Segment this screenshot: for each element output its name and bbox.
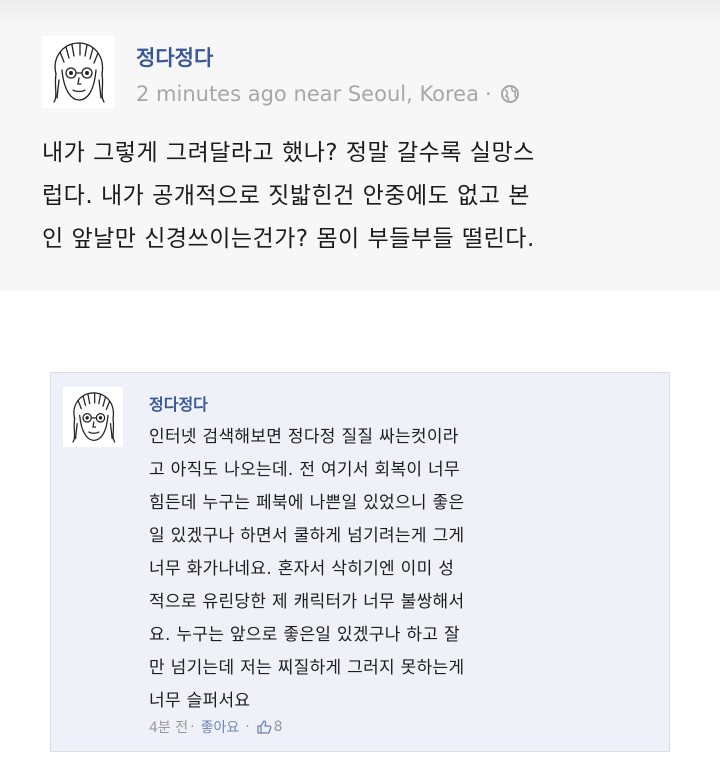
post-author-name[interactable]: 정다정다 [136, 42, 213, 72]
post-timestamp[interactable]: 2 minutes ago near Seoul, Korea [136, 82, 479, 106]
post-message: 내가 그렇게 그려달라고 했나? 정말 갈수록 실망스 럽다. 내가 공개적으로… [42, 132, 682, 261]
meta-separator: · [245, 719, 250, 735]
sketch-face-icon [72, 392, 116, 443]
post-card: 정다정다 2 minutes ago near Seoul, Korea · 내… [0, 0, 720, 290]
comment-line: 요. 누구는 앞으로 좋은일 있겠구나 하고 잘 [149, 625, 460, 645]
like-count[interactable]: 8 [274, 719, 283, 735]
post-line: 럽다. 내가 공개적으로 짓밟힌건 안중에도 없고 본 [42, 183, 530, 209]
like-link[interactable]: 좋아요 [201, 717, 240, 737]
comment-line: 적으로 유린당한 제 캐릭터가 너무 불쌍해서 [149, 592, 465, 612]
comment-timestamp[interactable]: 4분 전 [149, 717, 188, 737]
post-author-avatar[interactable] [42, 36, 114, 108]
comment: 정다정다 인터넷 검색해보면 정다정 질질 싸는컷이라 고 아직도 나오는데. … [50, 372, 670, 752]
comment-author-name[interactable]: 정다정다 [149, 391, 208, 415]
comment-line: 만 넘기는데 저는 찌질하게 그러지 못하는게 [149, 658, 465, 678]
globe-icon[interactable] [500, 84, 520, 104]
comment-meta: 4분 전 · 좋아요 · 8 [149, 717, 283, 737]
post-meta: 2 minutes ago near Seoul, Korea · [136, 82, 520, 106]
comment-line: 일 있겠구나 하면서 쿨하게 넘기려는게 그게 [149, 526, 465, 546]
comment-author-avatar[interactable] [63, 387, 123, 447]
comment-line: 인터넷 검색해보면 정다정 질질 싸는컷이라 [149, 427, 459, 447]
comment-line: 너무 슬퍼서요 [149, 691, 251, 711]
comment-message: 인터넷 검색해보면 정다정 질질 싸는컷이라 고 아직도 나오는데. 전 여기서… [149, 421, 649, 718]
post-line: 인 앞날만 신경쓰이는건가? 몸이 부들부들 떨린다. [42, 226, 535, 252]
comment-line: 힘든데 누구는 페북에 나쁜일 있었으니 좋은 [149, 493, 465, 513]
meta-separator: · [484, 82, 492, 106]
sketch-face-icon [53, 42, 105, 103]
meta-separator: · [190, 719, 195, 735]
thumbs-up-icon[interactable] [256, 719, 272, 735]
comment-line: 고 아직도 나오는데. 전 여기서 회복이 너무 [149, 460, 460, 480]
post-line: 내가 그렇게 그려달라고 했나? 정말 갈수록 실망스 [42, 140, 535, 166]
comment-line: 너무 화가나네요. 혼자서 삭히기엔 이미 성 [149, 559, 455, 579]
